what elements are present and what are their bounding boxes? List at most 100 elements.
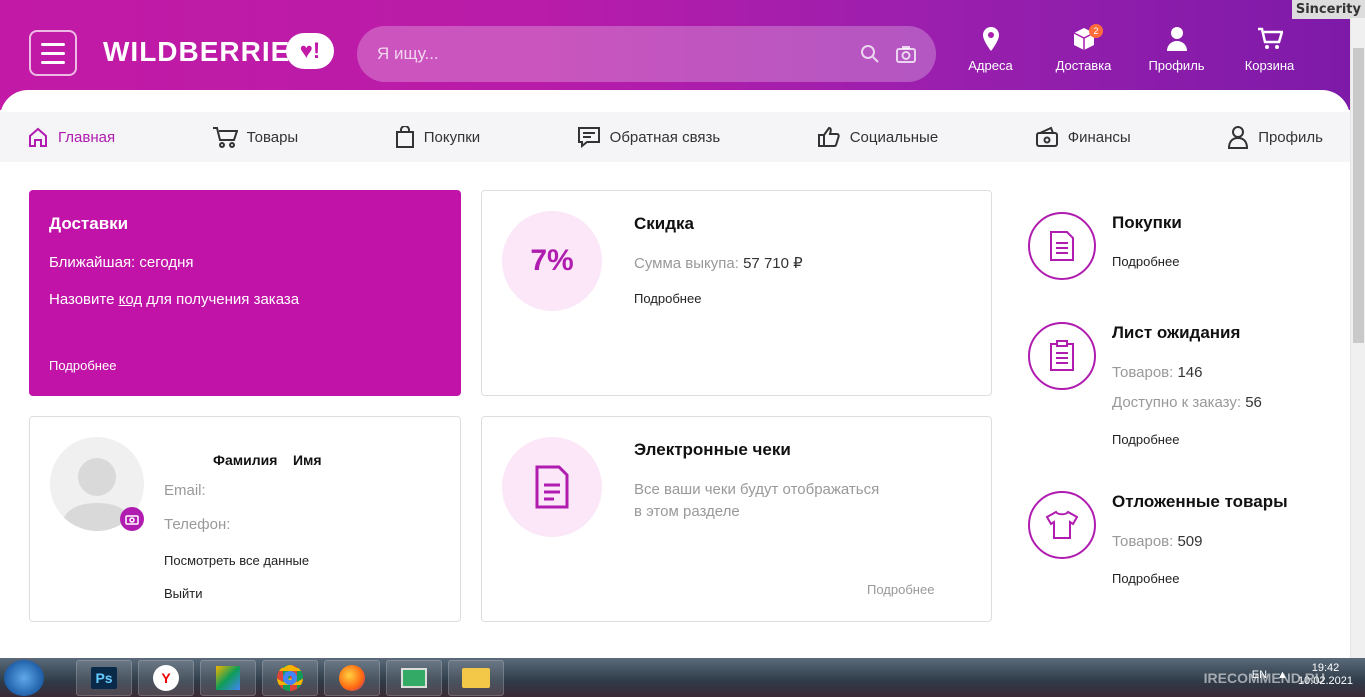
start-button[interactable] [4, 660, 44, 696]
clock-date: 10.02.2021 [1297, 675, 1353, 687]
deliveries-title: Доставки [49, 214, 129, 233]
taskbar-firefox[interactable] [324, 660, 380, 696]
deferred-badge [1028, 491, 1096, 559]
sum-value: 57 710 [743, 255, 789, 272]
deferred-items-label: Товаров: [1112, 533, 1174, 550]
system-tray: EN ▲ 19:42 10.02.2021 [1252, 662, 1353, 688]
chrome-icon [277, 665, 303, 691]
os-taskbar: Ps Y IRECOMMEND.RU EN ▲ 19:42 10.02.2021 [0, 658, 1365, 697]
shopping-bag-icon [395, 126, 414, 148]
discount-title: Скидка [634, 214, 694, 233]
taskbar-app-3[interactable] [200, 660, 256, 696]
tab-profile[interactable]: Профиль [1227, 125, 1323, 149]
tab-label: Социальные [849, 128, 939, 146]
search-icon[interactable] [860, 44, 880, 64]
firefox-icon [339, 665, 365, 691]
nav-label: Доставка [1055, 58, 1112, 73]
tab-feedback[interactable]: Обратная связь [577, 126, 720, 148]
deliveries-more-link[interactable]: Подробнее [49, 358, 116, 373]
phone-label: Телефон: [164, 516, 231, 533]
purchases-title[interactable]: Покупки [1112, 213, 1182, 233]
clock[interactable]: 19:42 10.02.2021 [1298, 662, 1353, 688]
cart-icon [1257, 27, 1283, 49]
code-link[interactable]: код [119, 291, 143, 308]
tab-label: Покупки [423, 128, 481, 146]
tab-label: Главная [58, 128, 116, 146]
clipboard-icon [1050, 340, 1074, 371]
profile-tabs: Главная Товары Покупки Обратная связь Со… [0, 112, 1350, 162]
yandex-icon: Y [153, 665, 179, 691]
document-icon [535, 465, 569, 509]
tab-home[interactable]: Главная [27, 126, 115, 148]
profile-fullname: Фамилия Имя [213, 452, 322, 468]
deferred-title[interactable]: Отложенные товары [1112, 492, 1288, 512]
nav-label: Адреса [968, 58, 1013, 73]
tab-purchases[interactable]: Покупки [395, 126, 480, 148]
waitlist-title[interactable]: Лист ожидания [1112, 323, 1240, 343]
document-icon [1050, 231, 1074, 261]
tab-finance[interactable]: Финансы [1035, 126, 1131, 148]
camera-icon[interactable] [896, 45, 916, 63]
waitlist-available-label: Доступно к заказу: [1112, 394, 1242, 411]
receipts-title: Электронные чеки [634, 440, 791, 459]
waitlist-more-link[interactable]: Подробнее [1112, 432, 1179, 447]
deferred-items-value: 509 [1177, 533, 1203, 550]
waitlist-items-label: Товаров: [1112, 364, 1174, 381]
sum-label: Сумма выкупа: [634, 255, 739, 272]
receipts-badge [502, 437, 602, 537]
taskbar-explorer[interactable] [448, 660, 504, 696]
page-scrollbar[interactable] [1350, 18, 1365, 658]
purchases-badge [1028, 212, 1096, 280]
logout-link[interactable]: Выйти [164, 586, 203, 601]
tab-label: Профиль [1258, 128, 1323, 146]
deliveries-code-line: Назовите код для получения заказа [49, 291, 441, 308]
taskbar-photoshop[interactable]: Ps [76, 660, 132, 696]
nav-addresses[interactable]: Адреса [944, 26, 1037, 73]
menu-button[interactable] [29, 30, 77, 76]
location-pin-icon [982, 27, 999, 51]
nav-delivery[interactable]: 2 Доставка [1037, 24, 1130, 73]
tab-label: Финансы [1067, 128, 1131, 146]
nav-label: Корзина [1244, 58, 1295, 73]
home-icon [29, 127, 47, 147]
view-all-data-link[interactable]: Посмотреть все данные [164, 553, 309, 568]
taskbar-yandex[interactable]: Y [138, 660, 194, 696]
change-photo-button[interactable] [120, 507, 144, 531]
tab-social[interactable]: Социальные [817, 126, 938, 148]
nav-label: Профиль [1148, 58, 1205, 73]
search-placeholder: Я ищу... [377, 44, 439, 63]
user-icon [1228, 126, 1249, 149]
tab-products[interactable]: Товары [212, 125, 298, 149]
receipts-text-2: в этом разделе [634, 503, 740, 520]
logo-heart-icon: ♥! [286, 33, 334, 69]
user-icon [1166, 27, 1187, 51]
nav-profile[interactable]: Профиль [1130, 26, 1223, 73]
search-input[interactable]: Я ищу... [357, 26, 936, 82]
code-pre: Назовите [49, 291, 119, 308]
scrollbar-thumb[interactable] [1353, 48, 1364, 343]
watermark: Sincerity [1291, 0, 1365, 19]
deliveries-card[interactable]: Доставки Ближайшая: сегодня Назовите код… [29, 190, 461, 396]
deferred-more-link[interactable]: Подробнее [1112, 571, 1179, 586]
delivery-badge: 2 [1089, 24, 1103, 38]
code-post: для получения заказа [142, 291, 300, 308]
waitlist-available-value: 56 [1245, 394, 1262, 411]
purchases-more-link[interactable]: Подробнее [1112, 254, 1179, 269]
discount-value: 7% [530, 244, 574, 277]
discount-more-link[interactable]: Подробнее [634, 291, 701, 306]
logo[interactable]: WILDBERRIES [103, 36, 310, 68]
monitor-icon [401, 668, 427, 688]
waitlist-items: Товаров: 146 [1112, 362, 1203, 384]
thumbs-up-icon [817, 126, 840, 147]
app-icon [216, 666, 240, 690]
tray-arrow-icon[interactable]: ▲ [1277, 669, 1288, 681]
nav-cart[interactable]: Корзина [1223, 26, 1316, 73]
tshirt-icon [1045, 510, 1079, 539]
waitlist-available: Доступно к заказу: 56 [1112, 392, 1262, 414]
receipts-more-link[interactable]: Подробнее [867, 582, 934, 597]
language-indicator[interactable]: EN [1252, 669, 1267, 681]
discount-sum: Сумма выкупа: 57 710 ₽ [634, 253, 803, 275]
taskbar-chrome[interactable] [262, 660, 318, 696]
waitlist-badge [1028, 322, 1096, 390]
taskbar-monitor[interactable] [386, 660, 442, 696]
